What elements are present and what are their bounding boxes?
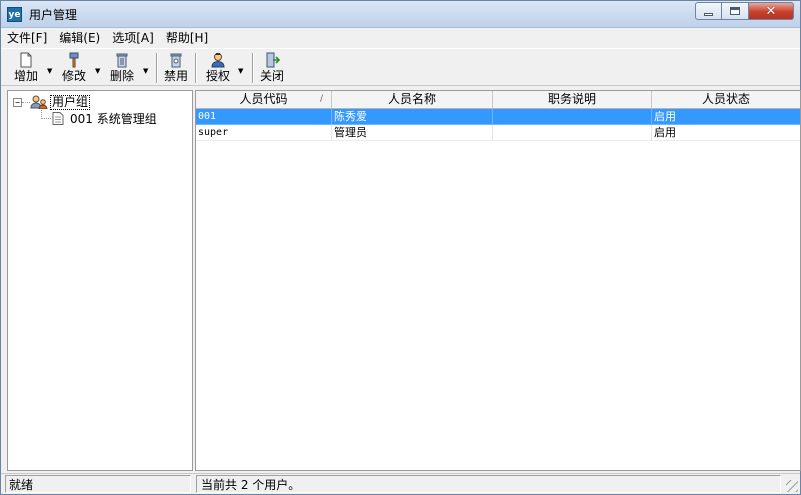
edit-tools-icon [69,52,79,68]
table-row[interactable]: 001 陈秀爱 启用 [196,109,800,125]
close-button[interactable]: 关闭 [257,51,287,85]
disable-user-icon [170,53,182,68]
cell-name: 陈秀爱 [332,109,493,125]
close-window-button[interactable]: ✕ [749,2,794,20]
minimize-button[interactable] [695,2,722,20]
grant-button[interactable]: 授权 [201,51,235,85]
menu-edit[interactable]: 编辑(E) [59,29,100,48]
new-document-icon [20,52,32,68]
delete-button[interactable]: 删除 [105,51,139,85]
menu-file[interactable]: 文件[F] [7,29,47,48]
cell-name: 管理员 [332,125,493,141]
app-logo-icon: ye [7,7,22,22]
tree-child-label: 001 系统管理组 [70,111,157,126]
toolbar: 增加 ▼ 修改 ▼ 删除 ▼ 禁用 授权 ▼ 关闭 [1,48,800,86]
window-controls: ✕ [695,2,794,20]
menu-bar: 文件[F] 编辑(E) 选项[A] 帮助[H] [1,29,800,48]
status-ready-text: 就绪 [5,475,191,493]
window-title: 用户管理 [29,8,78,22]
status-user-count: 当前共 2 个用户。 [196,475,781,493]
column-header-status[interactable]: 人员状态 [652,91,800,108]
status-bar: 就绪 当前共 2 个用户。 [1,473,800,494]
cell-code: 001 [196,109,332,125]
grant-button-label: 授权 [205,69,230,83]
tree-root-label: 用户组 [50,94,91,110]
close-icon: ✕ [765,3,777,19]
user-group-icon [30,95,48,109]
grid-header: 人员代码 / 人员名称 职务说明 人员状态 [196,91,800,109]
toolbar-separator [252,53,254,83]
toolbar-separator [156,53,158,83]
cell-title [493,125,652,141]
cell-code: super [196,125,332,141]
toolbar-separator [195,53,197,83]
tree-node-system-admin-group[interactable]: 001 系统管理组 [52,110,157,126]
column-header-code[interactable]: 人员代码 / [196,91,332,108]
column-header-title[interactable]: 职务说明 [493,91,652,108]
maximize-button[interactable] [722,2,749,20]
resize-grip-icon[interactable] [786,480,798,492]
menu-options[interactable]: 选项[A] [112,29,154,48]
edit-button-label: 修改 [61,69,86,83]
edit-button[interactable]: 修改 [57,51,91,85]
user-permission-icon [211,53,225,68]
maximize-icon [730,7,740,15]
trash-icon [116,53,128,68]
collapse-icon[interactable]: − [13,97,22,107]
add-button[interactable]: 增加 [9,51,43,85]
minimize-icon [704,12,713,16]
close-button-label: 关闭 [259,69,284,83]
exit-door-icon [266,52,280,68]
column-header-name[interactable]: 人员名称 [332,91,493,108]
cell-status: 启用 [652,125,800,141]
table-row[interactable]: super 管理员 启用 [196,125,800,141]
add-button-label: 增加 [13,69,38,83]
title-bar[interactable]: ye 用户管理 ✕ [1,1,800,28]
delete-button-label: 删除 [109,69,134,83]
document-icon [52,111,64,125]
user-management-window: ye 用户管理 ✕ 文件[F] 编辑(E) 选项[A] 帮助[H] 增加 ▼ 修… [0,0,801,495]
cell-title [493,109,652,125]
tree-node-user-group[interactable]: − 用户组 [13,94,91,110]
add-dropdown-arrow-icon[interactable]: ▼ [47,67,52,75]
disable-button[interactable]: 禁用 [161,51,191,85]
cell-status: 启用 [652,109,800,125]
user-group-tree[interactable]: − 用户组 001 系统管理组 [7,90,193,471]
grant-dropdown-arrow-icon[interactable]: ▼ [238,67,243,75]
delete-dropdown-arrow-icon[interactable]: ▼ [143,67,148,75]
disable-button-label: 禁用 [163,69,188,83]
user-list-grid[interactable]: 人员代码 / 人员名称 职务说明 人员状态 001 陈秀爱 启用 super 管… [195,90,801,471]
menu-help[interactable]: 帮助[H] [166,29,208,48]
sort-indicator-icon: / [319,94,323,104]
edit-dropdown-arrow-icon[interactable]: ▼ [95,67,100,75]
